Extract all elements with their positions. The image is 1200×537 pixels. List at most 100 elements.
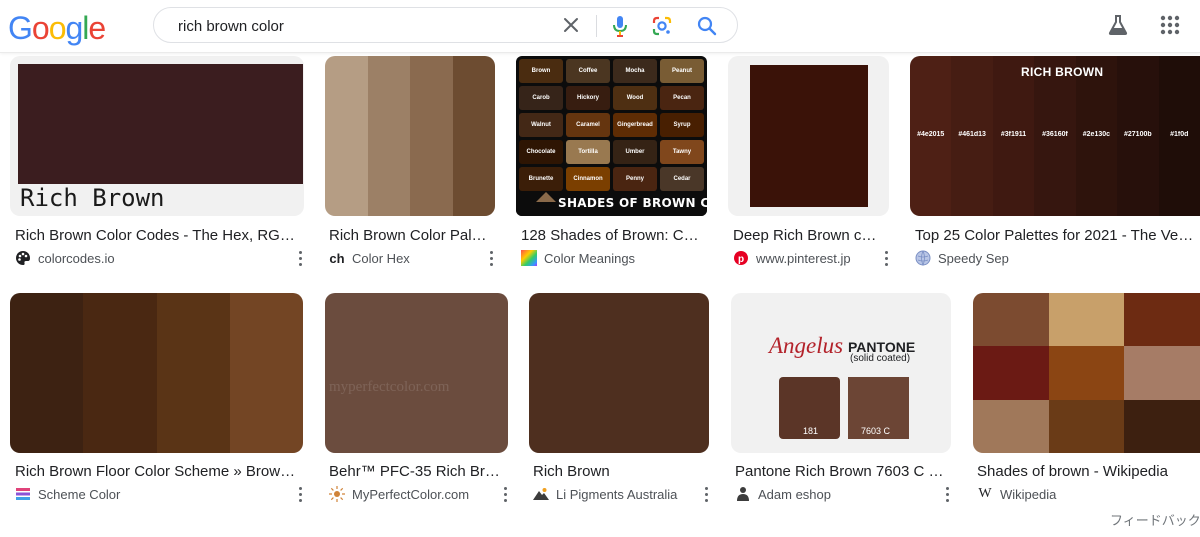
person-icon [735,486,751,502]
more-options-button[interactable] [883,251,889,267]
microphone-icon [613,16,627,37]
shade-name: Chocolate [526,149,556,155]
result-thumbnail[interactable]: Rich Brown [10,56,304,216]
search-icon [697,16,717,36]
feedback-link[interactable]: フィードバック [1110,510,1200,529]
grid-cell [973,293,1049,347]
shade-name: Hickory [576,95,599,101]
color-swatch [325,293,508,453]
shade-name: Penny [625,176,644,182]
chip-code: 181 [803,426,819,436]
color-swatch [750,65,868,207]
palette-strip: #36160f [1034,56,1076,216]
shade-name: Umber [625,149,645,155]
result-title[interactable]: Rich Brown Color Codes - The Hex, RG… [15,227,300,244]
result-source[interactable]: Speedy Sep [915,250,1009,266]
shade-name: Cedar [673,176,691,182]
colorhex-icon: ch [329,250,345,266]
result-source[interactable]: Li Pigments Australia [533,486,677,502]
result-source[interactable]: ch Color Hex [329,250,409,266]
result-source[interactable]: W Wikipedia [977,486,1056,502]
result-title[interactable]: Top 25 Color Palettes for 2021 - The Ve… [915,227,1200,244]
image-search-button[interactable] [651,15,673,37]
result-source[interactable]: colorcodes.io [15,250,115,266]
result-title[interactable]: Rich Brown Floor Color Scheme » Brow… [15,463,300,480]
result-title[interactable]: Deep Rich Brown c… [733,227,883,244]
result-thumbnail[interactable]: myperfectcolor.com [325,293,508,453]
source-name: Color Meanings [544,250,636,266]
result-thumbnail[interactable]: Brown Coffee Mocha Peanut Carob Hickory Wood Pe… [516,56,707,216]
palette-strip: #3f1911 [992,56,1035,216]
shade-name: Peanut [671,68,692,74]
shade-swatch: Peanut [660,59,704,83]
result-source[interactable]: p www.pinterest.jp [733,250,851,266]
logo-letter: o [48,10,67,46]
result-source[interactable]: Adam eshop [735,486,831,502]
result-title[interactable]: Pantone Rich Brown 7603 C … [735,463,947,480]
more-options-button[interactable] [297,251,303,267]
more-options-button[interactable] [703,487,709,503]
scheme-color-icon [15,486,31,502]
color-swatch [18,64,303,184]
color-stripes [325,56,495,216]
shade-name: Cinnamon [573,176,603,182]
palette-code: #1f0d [1170,131,1189,138]
shade-swatch: Wood [613,86,657,110]
top-bar: Google [0,0,1200,53]
search-input[interactable] [176,15,550,37]
color-stripe [325,56,368,216]
result-title[interactable]: Rich Brown [533,463,708,480]
more-options-button[interactable] [502,487,508,503]
logo-letter: g [65,10,83,46]
source-name: Scheme Color [38,486,121,502]
color-swatch [529,293,709,453]
logo-letter: G [8,10,33,46]
result-title[interactable]: Behr™ PFC-35 Rich Br… [329,463,504,480]
mountain-icon [533,486,549,502]
more-options-button[interactable] [297,487,303,503]
camera-lens-icon [652,16,672,36]
shade-swatch: Chocolate [519,140,563,164]
google-logo[interactable]: Google [8,10,106,47]
result-thumbnail[interactable] [325,56,495,216]
shade-swatch: Brunette [519,167,563,191]
voice-search-button[interactable] [610,14,630,38]
thumbnail-caption: Rich Brown [20,184,165,212]
source-name: MyPerfectColor.com [352,486,470,502]
more-options-button[interactable] [944,487,950,503]
more-options-button[interactable] [488,251,494,267]
result-thumbnail[interactable] [728,56,889,216]
globe-icon [915,250,931,266]
result-thumbnail[interactable] [10,293,303,453]
labs-button[interactable] [1106,13,1130,37]
color-stripe [367,56,410,216]
palette-code: #27100b [1124,131,1152,138]
result-thumbnail[interactable] [973,293,1200,453]
result-source[interactable]: Scheme Color [15,486,120,502]
result-thumbnail[interactable] [529,293,709,453]
grid-cell [1048,346,1125,400]
close-icon [564,18,578,32]
clear-button[interactable] [560,14,582,36]
result-title[interactable]: Rich Brown Color Pal… [329,227,489,244]
color-stripe [10,293,84,453]
search-button[interactable] [696,15,718,37]
result-thumbnail[interactable]: #4e2015 #461d13 #3f1911 #36160f #2e130c #2710… [910,56,1200,216]
apps-button[interactable] [1160,15,1180,35]
result-title[interactable]: 128 Shades of Brown: C… [521,227,701,244]
palette-strip: #27100b [1117,56,1159,216]
palette-code: #3f1911 [1000,131,1027,138]
logo-letter: e [88,10,106,46]
shade-name: Walnut [531,122,551,128]
result-source[interactable]: MyPerfectColor.com [329,486,469,502]
result-title[interactable]: Shades of brown - Wikipedia [977,463,1197,480]
palette-code: #4e2015 [917,131,945,138]
result-source[interactable]: Color Meanings [521,250,635,266]
palette-code: #36160f [1042,131,1068,138]
result-thumbnail[interactable]: Angelus PANTONE (solid coated) 181 7603 … [731,293,951,453]
grid-cell [1124,346,1200,400]
logo-letter: o [31,10,50,46]
palette-code: #461d13 [958,131,986,138]
grid-cell [973,346,1049,400]
color-stripe [83,293,157,453]
